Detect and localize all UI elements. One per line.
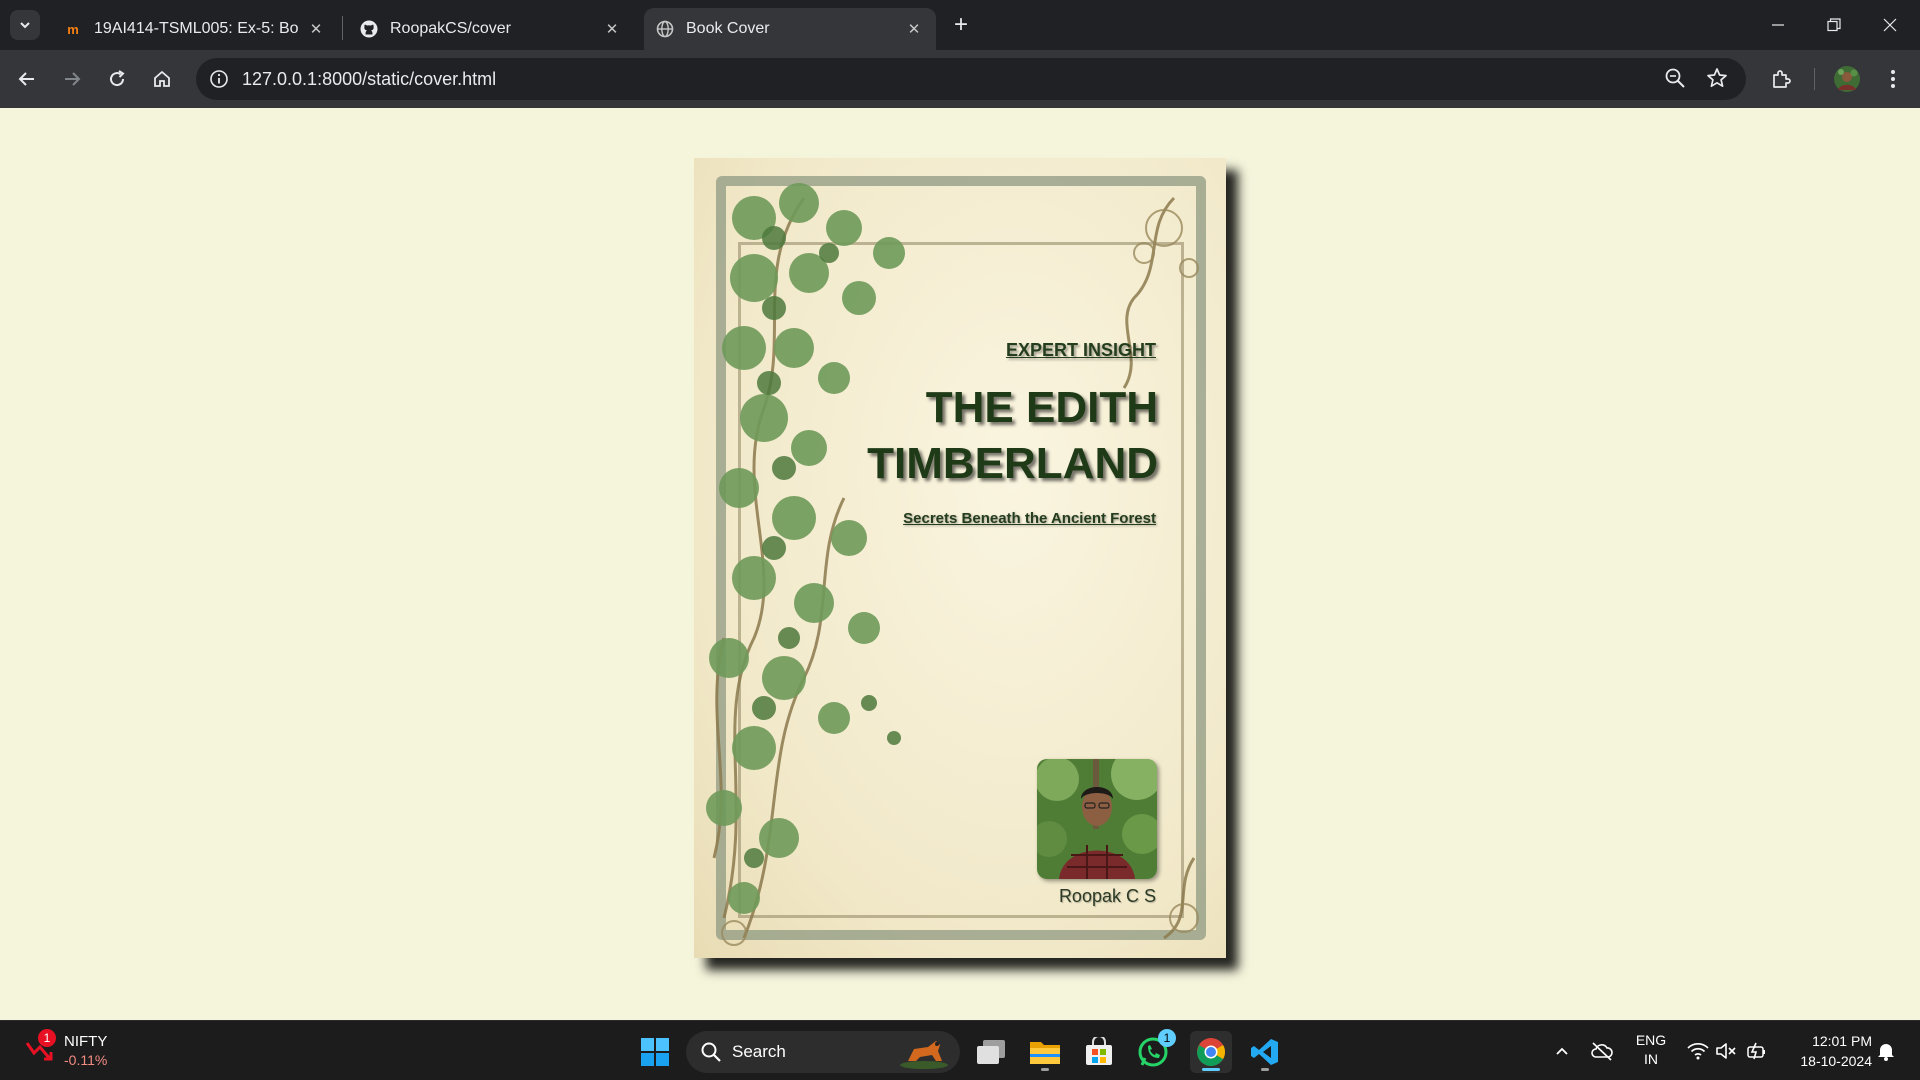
tab-title: 19AI414-TSML005: Ex-5: Book C bbox=[94, 20, 298, 37]
language-code: ENG bbox=[1635, 1032, 1667, 1048]
task-view-icon bbox=[977, 1040, 1005, 1064]
tab-strip: m 19AI414-TSML005: Ex-5: Book C ✕ Roopak… bbox=[0, 0, 1920, 50]
tab-book-cover[interactable]: Book Cover ✕ bbox=[644, 8, 936, 50]
cover-title: THE EDITH TIMBERLAND bbox=[838, 380, 1158, 492]
volume-status[interactable] bbox=[1714, 1039, 1738, 1063]
toolbar-divider bbox=[1814, 68, 1815, 90]
widget-name: NIFTY bbox=[64, 1033, 108, 1050]
chrome-icon bbox=[1197, 1038, 1225, 1066]
minimize-button[interactable] bbox=[1750, 0, 1806, 50]
moodle-favicon-icon: m bbox=[67, 21, 79, 37]
address-bar[interactable]: 127.0.0.1:8000/static/cover.html bbox=[196, 58, 1746, 100]
bookmark-star-icon[interactable] bbox=[1706, 67, 1730, 91]
forward-button[interactable] bbox=[55, 62, 89, 96]
kebab-menu-icon bbox=[1891, 70, 1895, 88]
store-icon bbox=[1086, 1037, 1112, 1065]
url-text[interactable]: 127.0.0.1:8000/static/cover.html bbox=[242, 69, 496, 90]
back-button[interactable] bbox=[10, 62, 44, 96]
show-hidden-icons-button[interactable] bbox=[1550, 1039, 1574, 1063]
volume-muted-icon bbox=[1716, 1043, 1736, 1059]
wifi-icon bbox=[1687, 1042, 1709, 1060]
cover-title-line-2: TIMBERLAND bbox=[867, 439, 1158, 488]
tab-tsml[interactable]: m 19AI414-TSML005: Ex-5: Book C ✕ bbox=[52, 8, 338, 50]
widget-change: -0.11% bbox=[64, 1052, 108, 1068]
arrow-left-icon bbox=[18, 72, 34, 86]
start-button[interactable] bbox=[634, 1031, 676, 1073]
task-view-button[interactable] bbox=[970, 1031, 1012, 1073]
running-indicator bbox=[1261, 1068, 1269, 1071]
close-tab-icon[interactable]: ✕ bbox=[602, 19, 622, 39]
search-label: Search bbox=[732, 1042, 786, 1061]
microsoft-store-button[interactable] bbox=[1078, 1031, 1120, 1073]
windows-taskbar: 1 NIFTY -0.11% Search 1 ENG IN 12:01 PM … bbox=[0, 1020, 1920, 1080]
battery-charging-icon bbox=[1747, 1042, 1765, 1060]
stock-widget[interactable]: 1 NIFTY -0.11% bbox=[24, 1029, 144, 1073]
minimize-icon bbox=[1772, 24, 1784, 26]
cover-title-line-1: THE EDITH bbox=[925, 383, 1158, 432]
onedrive-status[interactable] bbox=[1590, 1039, 1614, 1063]
puzzle-icon bbox=[1773, 70, 1791, 88]
taskbar-search[interactable]: Search bbox=[686, 1031, 960, 1073]
close-tab-icon[interactable]: ✕ bbox=[904, 19, 924, 39]
notifications-button[interactable] bbox=[1874, 1039, 1898, 1063]
clock-time: 12:01 PM bbox=[1812, 1033, 1872, 1049]
site-info-icon[interactable] bbox=[208, 68, 230, 90]
globe-icon bbox=[656, 20, 674, 38]
clock-date: 18-10-2024 bbox=[1800, 1053, 1872, 1069]
bell-icon bbox=[1878, 1044, 1894, 1061]
close-icon bbox=[1883, 18, 1897, 32]
extensions-button[interactable] bbox=[1764, 62, 1798, 96]
tab-search-button[interactable] bbox=[10, 10, 40, 40]
battery-status[interactable] bbox=[1744, 1039, 1768, 1063]
menu-button[interactable] bbox=[1876, 62, 1910, 96]
folder-icon bbox=[1030, 1042, 1060, 1064]
reload-icon bbox=[110, 70, 125, 87]
language-indicator[interactable]: ENG IN bbox=[1634, 1031, 1668, 1069]
book-cover: EXPERT INSIGHT THE EDITH TIMBERLAND Secr… bbox=[694, 158, 1226, 958]
wifi-status[interactable] bbox=[1686, 1039, 1710, 1063]
close-window-button[interactable] bbox=[1862, 0, 1918, 50]
widget-badge: 1 bbox=[38, 1029, 56, 1047]
language-region: IN bbox=[1644, 1051, 1658, 1067]
zoom-icon[interactable] bbox=[1664, 67, 1688, 91]
close-tab-icon[interactable]: ✕ bbox=[306, 19, 326, 39]
home-button[interactable] bbox=[145, 62, 179, 96]
avatar-icon bbox=[1834, 66, 1860, 92]
search-highlight-icon bbox=[900, 1041, 948, 1069]
chrome-button[interactable] bbox=[1190, 1031, 1232, 1073]
active-indicator bbox=[1202, 1068, 1220, 1071]
arrow-right-icon bbox=[65, 72, 81, 86]
restore-icon bbox=[1827, 18, 1841, 32]
chevron-down-icon bbox=[20, 22, 30, 29]
reload-button[interactable] bbox=[100, 62, 134, 96]
tab-title: RoopakCS/cover bbox=[390, 20, 511, 37]
cloud-offline-icon bbox=[1591, 1042, 1613, 1061]
home-icon bbox=[154, 70, 170, 87]
running-indicator bbox=[1041, 1068, 1049, 1071]
tab-title: Book Cover bbox=[686, 20, 770, 37]
tab-github[interactable]: RoopakCS/cover ✕ bbox=[348, 8, 634, 50]
whatsapp-button[interactable]: 1 bbox=[1132, 1029, 1176, 1073]
restore-button[interactable] bbox=[1806, 0, 1862, 50]
cover-eyebrow: EXPERT INSIGHT bbox=[1005, 340, 1156, 360]
page-viewport: EXPERT INSIGHT THE EDITH TIMBERLAND Secr… bbox=[0, 108, 1920, 1020]
browser-toolbar: 127.0.0.1:8000/static/cover.html bbox=[0, 50, 1920, 108]
profile-avatar[interactable] bbox=[1830, 62, 1864, 96]
vscode-button[interactable] bbox=[1244, 1031, 1286, 1073]
github-icon bbox=[360, 20, 378, 38]
cover-subtitle: Secrets Beneath the Ancient Forest bbox=[903, 510, 1156, 527]
windows-logo-icon bbox=[641, 1038, 669, 1066]
whatsapp-badge: 1 bbox=[1158, 1029, 1176, 1047]
vscode-icon bbox=[1251, 1039, 1278, 1065]
file-explorer-button[interactable] bbox=[1024, 1031, 1066, 1073]
system-clock[interactable]: 12:01 PM 18-10-2024 bbox=[1782, 1031, 1872, 1071]
search-icon bbox=[701, 1042, 721, 1062]
new-tab-button[interactable]: + bbox=[948, 11, 974, 38]
chevron-up-icon bbox=[1556, 1047, 1568, 1055]
cover-author: Roopak C S bbox=[1058, 886, 1156, 906]
author-photo bbox=[1037, 759, 1157, 879]
tab-separator bbox=[342, 16, 343, 40]
